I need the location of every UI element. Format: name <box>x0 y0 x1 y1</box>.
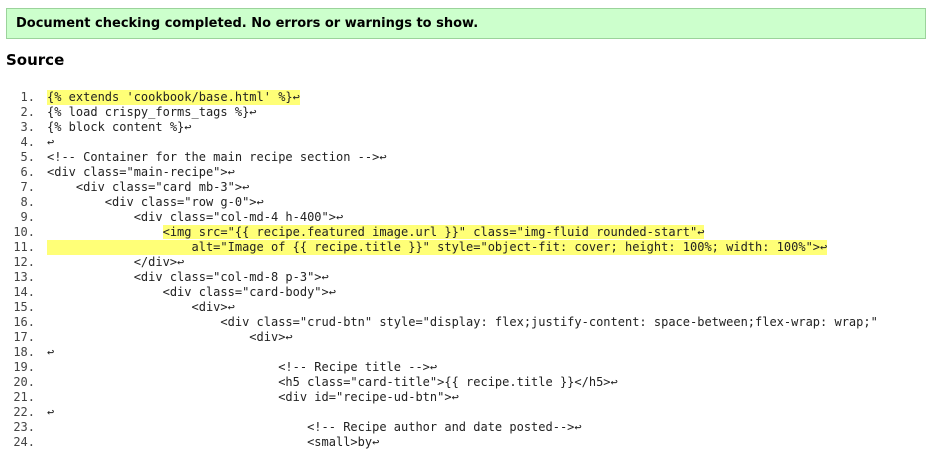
line-number: 8. <box>20 195 35 209</box>
line-number: 3. <box>20 120 35 134</box>
line-number: 13. <box>13 270 35 284</box>
line-number: 6. <box>20 165 35 179</box>
source-line: 10. <img src="{{ recipe.featured image.u… <box>0 225 930 240</box>
line-text: <!-- Recipe author and date posted-->↩ <box>47 420 582 434</box>
line-number: 9. <box>20 210 35 224</box>
source-line: 13. <div class="col-md-8 p-3">↩ <box>0 270 930 285</box>
source-line: 8. <div class="row g-0">↩ <box>0 195 930 210</box>
status-message: Document checking completed. No errors o… <box>16 16 479 31</box>
source-line: 15. <div>↩ <box>0 300 930 315</box>
source-line: 20. <h5 class="card-title">{{ recipe.tit… <box>0 375 930 390</box>
source-line: 2. {% load crispy_forms_tags %}↩ <box>0 105 930 120</box>
line-text: <div class="main-recipe">↩ <box>47 165 235 179</box>
source-line: 7. <div class="card mb-3">↩ <box>0 180 930 195</box>
line-text: <div id="recipe-ud-btn">↩ <box>47 390 459 404</box>
source-line: 19. <!-- Recipe title -->↩ <box>0 360 930 375</box>
line-text: alt="Image of {{ recipe.title }}" style=… <box>47 240 828 255</box>
line-text: <img src="{{ recipe.featured image.url }… <box>162 225 705 239</box>
source-line: 9. <div class="col-md-4 h-400">↩ <box>0 210 930 225</box>
status-banner: Document checking completed. No errors o… <box>6 8 926 39</box>
line-text: ↩ <box>47 345 55 359</box>
source-line: 16. <div class="crud-btn" style="display… <box>0 315 930 330</box>
line-number: 16. <box>13 315 35 329</box>
line-text: ↩ <box>47 135 55 149</box>
line-text: <!-- Recipe title -->↩ <box>47 360 438 374</box>
source-line: 3. {% block content %}↩ <box>0 120 930 135</box>
line-number: 20. <box>13 375 35 389</box>
line-text: <small>by↩ <box>47 435 380 449</box>
line-text: <div class="row g-0">↩ <box>47 195 264 209</box>
line-text: ↩ <box>47 405 55 419</box>
line-number: 5. <box>20 150 35 164</box>
line-text: <div class="col-md-4 h-400">↩ <box>47 210 344 224</box>
line-number: 12. <box>13 255 35 269</box>
line-number: 2. <box>20 105 35 119</box>
source-listing: 1. {% extends 'cookbook/base.html' %}↩ 2. {… <box>0 90 930 450</box>
source-line: 11. alt="Image of {{ recipe.title }}" st… <box>0 240 930 255</box>
source-line: 4. ↩ <box>0 135 930 150</box>
line-text: <div>↩ <box>47 300 235 314</box>
line-text: <div class="crud-btn" style="display: fl… <box>47 315 878 329</box>
source-line: 18. ↩ <box>0 345 930 360</box>
line-number: 19. <box>13 360 35 374</box>
line-number: 4. <box>20 135 35 149</box>
line-text: <div class="card mb-3">↩ <box>47 180 250 194</box>
line-text: {% load crispy_forms_tags %}↩ <box>47 105 257 119</box>
line-number: 22. <box>13 405 35 419</box>
source-line: 23. <!-- Recipe author and date posted--… <box>0 420 930 435</box>
line-text: {% block content %}↩ <box>47 120 192 134</box>
source-line: 17. <div>↩ <box>0 330 930 345</box>
line-number: 14. <box>13 285 35 299</box>
line-text: <div class="col-md-8 p-3">↩ <box>47 270 329 284</box>
line-number: 23. <box>13 420 35 434</box>
line-number: 7. <box>20 180 35 194</box>
source-line: 22. ↩ <box>0 405 930 420</box>
line-number: 1. <box>20 90 35 104</box>
source-line: 1. {% extends 'cookbook/base.html' %}↩ <box>0 90 930 105</box>
line-number: 10. <box>13 225 35 239</box>
line-number: 15. <box>13 300 35 314</box>
line-text: <div>↩ <box>47 330 293 344</box>
line-text: {% extends 'cookbook/base.html' %}↩ <box>47 90 300 105</box>
source-line: 12. </div>↩ <box>0 255 930 270</box>
source-heading: Source <box>6 51 65 69</box>
line-text: </div>↩ <box>47 255 185 269</box>
line-text: <h5 class="card-title">{{ recipe.title }… <box>47 375 618 389</box>
line-text: <div class="card-body">↩ <box>47 285 336 299</box>
source-line: 21. <div id="recipe-ud-btn">↩ <box>0 390 930 405</box>
line-number: 11. <box>13 240 35 254</box>
line-number: 21. <box>13 390 35 404</box>
source-line: 24. <small>by↩ <box>0 435 930 450</box>
line-number: 24. <box>13 435 35 449</box>
source-line: 14. <div class="card-body">↩ <box>0 285 930 300</box>
source-line: 6. <div class="main-recipe">↩ <box>0 165 930 180</box>
line-number: 18. <box>13 345 35 359</box>
line-text: <!-- Container for the main recipe secti… <box>47 150 387 164</box>
line-number: 17. <box>13 330 35 344</box>
source-line: 5. <!-- Container for the main recipe sec… <box>0 150 930 165</box>
